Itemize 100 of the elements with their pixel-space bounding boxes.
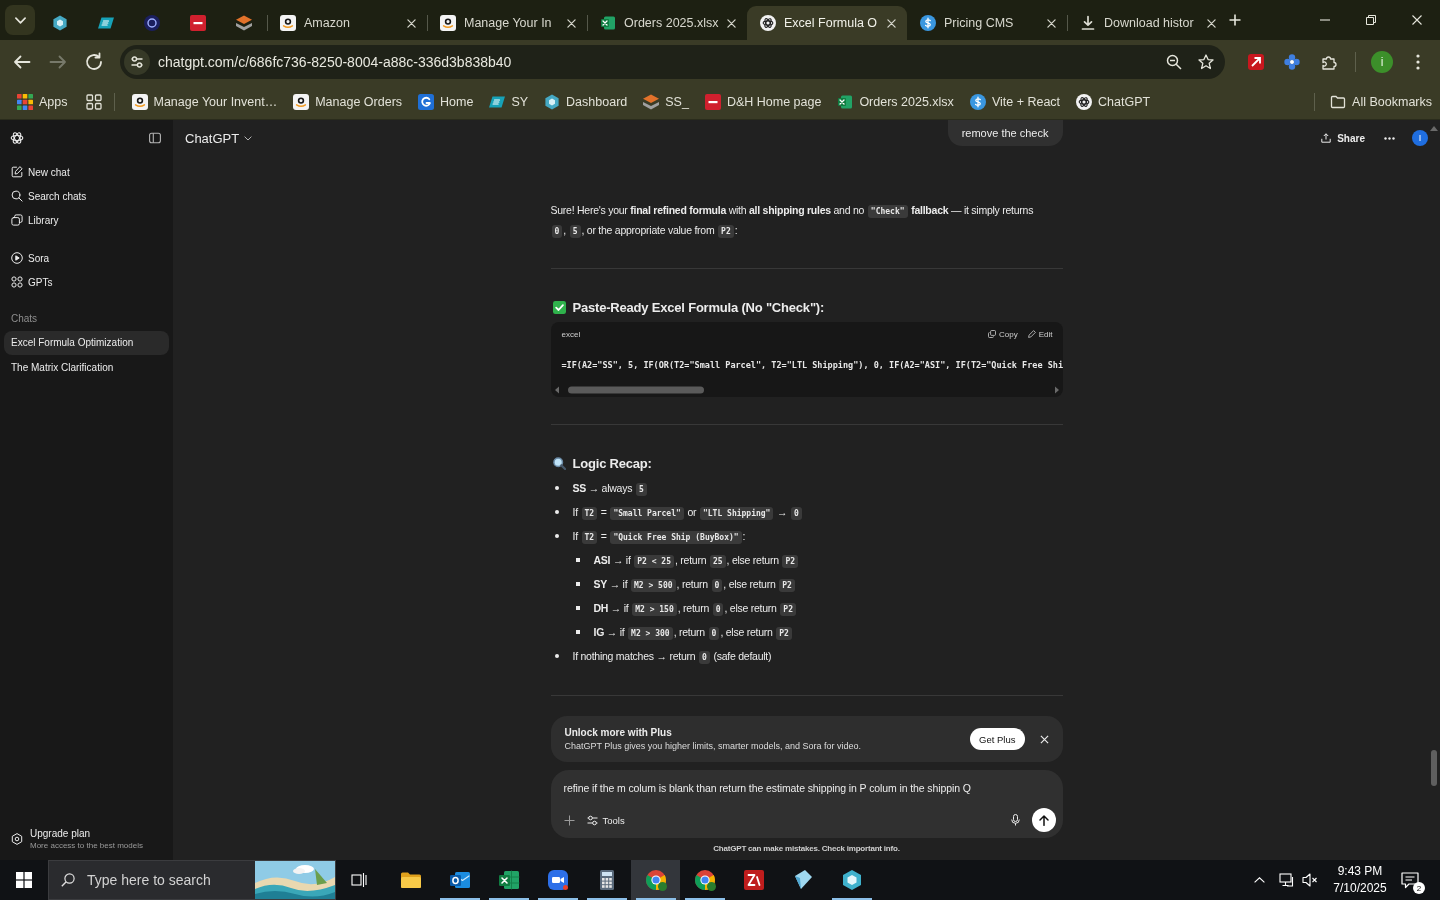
browser-tab[interactable]: Amazon: [267, 6, 427, 40]
clock-date: 7/10/2025: [1333, 880, 1387, 897]
close-icon[interactable]: [567, 18, 576, 28]
tools-button[interactable]: Tools: [586, 814, 625, 826]
user-avatar[interactable]: I: [1412, 130, 1428, 146]
segmented-circle-icon: [643, 868, 668, 892]
task-view-icon[interactable]: [351, 872, 367, 888]
share-button[interactable]: Share: [1315, 128, 1371, 148]
all-bookmarks-button[interactable]: All Bookmarks: [1322, 87, 1440, 116]
list-item-text: If nothing matches → return 0 (safe default): [572, 650, 772, 662]
sidebar-toggle-icon[interactable]: [149, 132, 161, 144]
restore-icon[interactable]: [1366, 15, 1376, 25]
chevron-up-icon[interactable]: [1254, 877, 1265, 883]
browser-tab[interactable]: Download histor: [1067, 6, 1227, 40]
apps-grid-icon: [17, 93, 33, 110]
square-logo-icon: [190, 15, 206, 31]
get-plus-button[interactable]: Get Plus: [970, 728, 1025, 750]
browser-tab[interactable]: Manage Your In: [427, 6, 587, 40]
sidebar-item[interactable]: Sora: [4, 246, 169, 270]
search-icon: [11, 190, 23, 202]
segmented-circle-icon: [692, 868, 717, 892]
close-icon[interactable]: [407, 18, 416, 28]
speaker-muted-icon[interactable]: [1302, 872, 1318, 888]
upgrade-plan-button[interactable]: Upgrade plan More access to the best models: [4, 824, 169, 854]
list-item-text: ASI → if P2 < 25 , return 25 , else return P2: [593, 554, 800, 566]
profile-avatar[interactable]: i: [1371, 51, 1393, 73]
sidebar-item[interactable]: GPTs: [4, 270, 169, 294]
dollar-icon: [920, 15, 936, 31]
code-language-label: excel: [561, 329, 581, 339]
square-logo-icon: [704, 93, 721, 110]
notification-count: 2: [1413, 882, 1425, 894]
model-selector[interactable]: ChatGPT: [185, 130, 253, 146]
browser-tab[interactable]: Pricing CMS: [907, 6, 1067, 40]
sliders-icon: [586, 814, 598, 826]
send-button[interactable]: [1031, 808, 1056, 832]
notification-icon[interactable]: [1401, 871, 1419, 889]
close-window-icon[interactable]: [1412, 15, 1422, 25]
bookmark-item[interactable]: Vite + React: [961, 87, 1069, 116]
bookmark-item[interactable]: Dashboard: [536, 87, 636, 116]
taskbar-app[interactable]: [631, 860, 680, 900]
code-action-button[interactable]: Copy: [988, 329, 1018, 339]
diamond-cluster-icon[interactable]: [1284, 54, 1300, 70]
four-squares-icon[interactable]: [85, 93, 102, 110]
close-icon[interactable]: [1039, 734, 1049, 744]
microphone-icon[interactable]: [1010, 814, 1020, 826]
more-options-icon[interactable]: [1384, 136, 1395, 140]
four-panes-icon[interactable]: [16, 872, 32, 888]
chevron-down-icon: [244, 135, 253, 141]
puzzle-icon[interactable]: [1321, 54, 1337, 70]
smile-logo-icon: [131, 93, 148, 110]
bullet-icon: [554, 510, 559, 514]
clock[interactable]: 9:43 PM 7/10/2025: [1327, 863, 1393, 897]
close-icon[interactable]: [1047, 18, 1056, 28]
bookmark-item[interactable]: Manage Your Invent…: [123, 87, 286, 116]
sidebar-item[interactable]: New chat: [4, 160, 169, 184]
address-bar[interactable]: chatgpt.com/c/686fc736-8250-8004-a88c-336d3b838b40: [120, 45, 1225, 79]
sliders-icon[interactable]: [124, 49, 150, 75]
zoom-out-icon[interactable]: [1166, 54, 1182, 70]
star-icon[interactable]: [1198, 54, 1214, 70]
scroll-up-arrow-icon[interactable]: [1430, 126, 1438, 131]
scrollbar-thumb[interactable]: [1431, 750, 1437, 786]
close-icon[interactable]: [1207, 18, 1216, 28]
disc-logo-icon: [144, 15, 160, 31]
bullet-icon: [554, 534, 559, 538]
upsell-text: ChatGPT Plus gives you higher limits, smarter models, and Sora for video.: [564, 739, 861, 753]
arrow-tile-icon[interactable]: [1248, 54, 1264, 70]
knot-logo-icon: [1076, 93, 1093, 110]
chat-history-item[interactable]: Excel Formula Optimization: [4, 331, 169, 355]
stack-logo-icon: [643, 93, 660, 110]
stacked-squares-icon: [11, 214, 23, 226]
bookmark-item[interactable]: Manage Orders: [285, 87, 411, 116]
search-input[interactable]: Type here to search: [87, 870, 255, 890]
bookmark-item[interactable]: D&H Home page: [696, 87, 830, 116]
chat-history-item[interactable]: The Matrix Clarification: [4, 356, 169, 380]
monitor-icon[interactable]: [1279, 872, 1295, 888]
bullet-icon: [575, 630, 580, 634]
sidebar-item[interactable]: Search chats: [4, 184, 169, 208]
knot-logo-icon[interactable]: [10, 131, 24, 145]
message-input[interactable]: refine if the m colum is blank than return the estimate shipping in P colum in the shippin Q: [563, 780, 1044, 796]
bookmark-item[interactable]: SS_: [635, 87, 697, 116]
code-action-button[interactable]: Edit: [1027, 329, 1053, 339]
close-icon[interactable]: [887, 18, 896, 28]
sidebar-item[interactable]: Library: [4, 208, 169, 232]
search-field[interactable]: Type here to search: [48, 860, 336, 900]
download-icon: [1080, 15, 1096, 31]
clock-time: 9:43 PM: [1337, 863, 1383, 880]
close-icon[interactable]: [727, 18, 736, 28]
apps-shortcut[interactable]: Apps: [9, 87, 76, 116]
reload-icon[interactable]: [84, 52, 104, 72]
browser-tab[interactable]: Orders 2025.xlsx: [587, 6, 747, 40]
list-item-text: SS → always 5: [572, 482, 648, 494]
tab-search-button[interactable]: [5, 5, 35, 35]
bookmark-item[interactable]: SY: [481, 87, 537, 116]
spreadsheet-icon: [837, 93, 854, 110]
bookmark-item[interactable]: Orders 2025.xlsx: [829, 87, 962, 116]
bookmark-item[interactable]: Home: [410, 87, 482, 116]
browser-tab[interactable]: Excel Formula O: [747, 6, 907, 40]
more-options-icon[interactable]: [1416, 54, 1420, 70]
bookmark-item[interactable]: ChatGPT: [1068, 87, 1159, 116]
horizontal-scrollbar[interactable]: [553, 385, 1060, 395]
